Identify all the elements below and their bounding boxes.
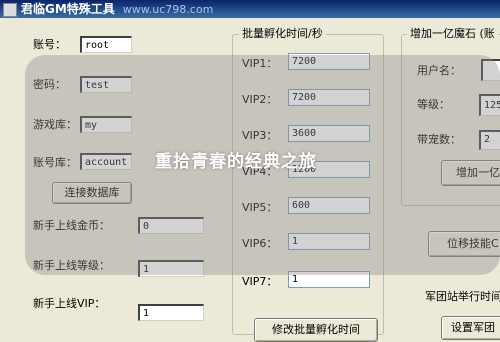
- hatch-group-title: 批量孵化时间/秒: [239, 27, 326, 41]
- magic-group-title: 增加一亿魔石 (账: [407, 27, 498, 41]
- account-input[interactable]: root: [80, 36, 132, 53]
- newbie-vip-input[interactable]: 1: [138, 304, 204, 321]
- promo-caption: 重拾青春的经典之旅: [155, 152, 317, 172]
- account-label: 账号：: [33, 38, 66, 51]
- modify-hatch-time-button[interactable]: 修改批量孵化时间: [254, 318, 378, 342]
- newbie-vip-label: 新手上线VIP：: [33, 297, 106, 310]
- legion-time-label: 军团站举行时间: [425, 290, 500, 303]
- title-bar: 君临GM特殊工具 www.uc798.com: [0, 0, 500, 18]
- app-icon: [3, 3, 17, 17]
- title-watermark: www.uc798.com: [122, 3, 214, 16]
- vip7-label: VIP7：: [242, 275, 278, 288]
- promo-overlay: 重拾青春的经典之旅: [25, 55, 500, 275]
- set-legion-button[interactable]: 设置军团: [441, 316, 500, 340]
- window-title: 君临GM特殊工具: [21, 2, 115, 16]
